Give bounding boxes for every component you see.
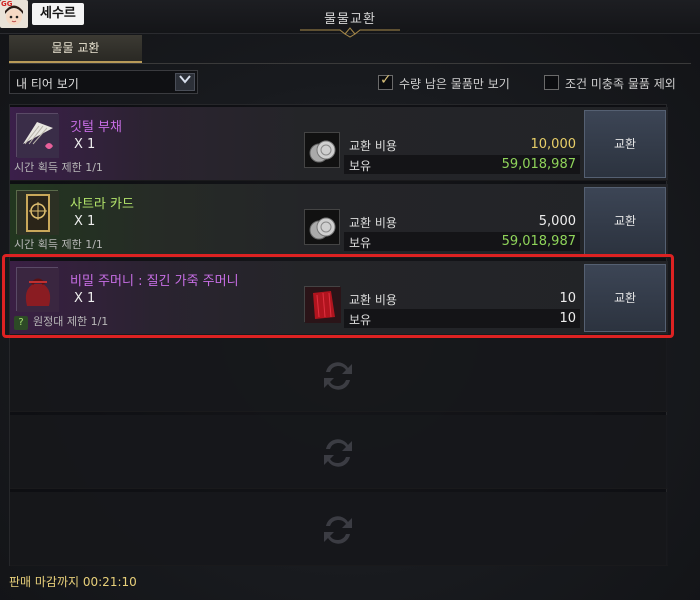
owned-label: 보유 [349, 159, 372, 173]
title-ornament-icon [300, 27, 400, 38]
cost-row: 교환 비용 5,000 [344, 212, 580, 231]
chevron-down-icon[interactable] [175, 73, 195, 91]
tab-barter[interactable]: 물물 교환 [9, 35, 142, 63]
exchange-arrows-icon [324, 439, 352, 467]
checkbox-remaining-only[interactable]: ✓ 수량 남은 물품만 보기 [378, 72, 528, 92]
cost-value: 10,000 [530, 137, 577, 152]
exchange-button[interactable]: 교환 [584, 187, 666, 255]
item-quantity: X 1 [74, 137, 96, 152]
avatar-badge-text: GG [1, 0, 13, 8]
checkbox-exclude-label: 조건 미충족 물품 제외 [565, 77, 676, 91]
window-title: 물물교환 [324, 12, 376, 27]
exchange-button[interactable]: 교환 [584, 110, 666, 178]
checkbox-box[interactable] [544, 75, 559, 90]
checkmark-icon: ✓ [380, 72, 392, 88]
sale-deadline: 판매 마감까지 00:21:10 [9, 575, 137, 589]
cost-label: 교환 비용 [349, 139, 397, 153]
owned-row: 보유 59,018,987 [344, 155, 580, 174]
tier-select-dropdown[interactable]: 내 티어 보기 [9, 70, 198, 94]
empty-slot [10, 492, 668, 566]
exchange-arrows-icon [324, 516, 352, 544]
owned-label: 보유 [349, 236, 372, 250]
item-name: 깃털 부채 [70, 120, 122, 135]
cost-row: 교환 비용 10,000 [344, 135, 580, 154]
list-item: 사트라 카드 X 1 시간 획득 제한 1/1 교환 비용 5,000 보유 5… [10, 184, 668, 258]
tab-divider [9, 63, 691, 64]
owned-value: 59,018,987 [501, 234, 576, 249]
exchange-arrows-icon [324, 362, 352, 390]
list-item: 깃털 부채 X 1 시간 획득 제한 1/1 교환 비용 10,000 보유 5… [10, 107, 668, 181]
empty-slot [10, 415, 668, 489]
checkbox-remaining-label: 수량 남은 물품만 보기 [399, 77, 510, 91]
cost-value: 5,000 [538, 214, 576, 229]
owned-row: 보유 59,018,987 [344, 232, 580, 251]
item-limit: 시간 획득 제한 1/1 [14, 238, 103, 251]
checkbox-exclude-unmet[interactable]: 조건 미충족 물품 제외 [544, 74, 694, 92]
card-icon[interactable] [16, 190, 59, 235]
empty-slot [10, 338, 668, 412]
cost-label: 교환 비용 [349, 216, 397, 230]
item-quantity: X 1 [74, 214, 96, 229]
owned-value: 59,018,987 [501, 157, 576, 172]
title-bar: GG 세수르 물물교환 [0, 0, 700, 38]
checkbox-box[interactable]: ✓ [378, 72, 393, 90]
feather-fan-icon[interactable] [16, 113, 59, 158]
item-name: 사트라 카드 [70, 197, 134, 212]
selection-highlight [2, 254, 674, 338]
barter-window: GG 세수르 물물교환 물물 교환 내 티어 보기 ✓ 수량 남은 물품만 보기 [0, 0, 700, 600]
silver-coins-icon [304, 209, 340, 245]
item-limit: 시간 획득 제한 1/1 [14, 161, 103, 174]
tier-select-value: 내 티어 보기 [16, 77, 79, 91]
silver-coins-icon [304, 132, 340, 168]
